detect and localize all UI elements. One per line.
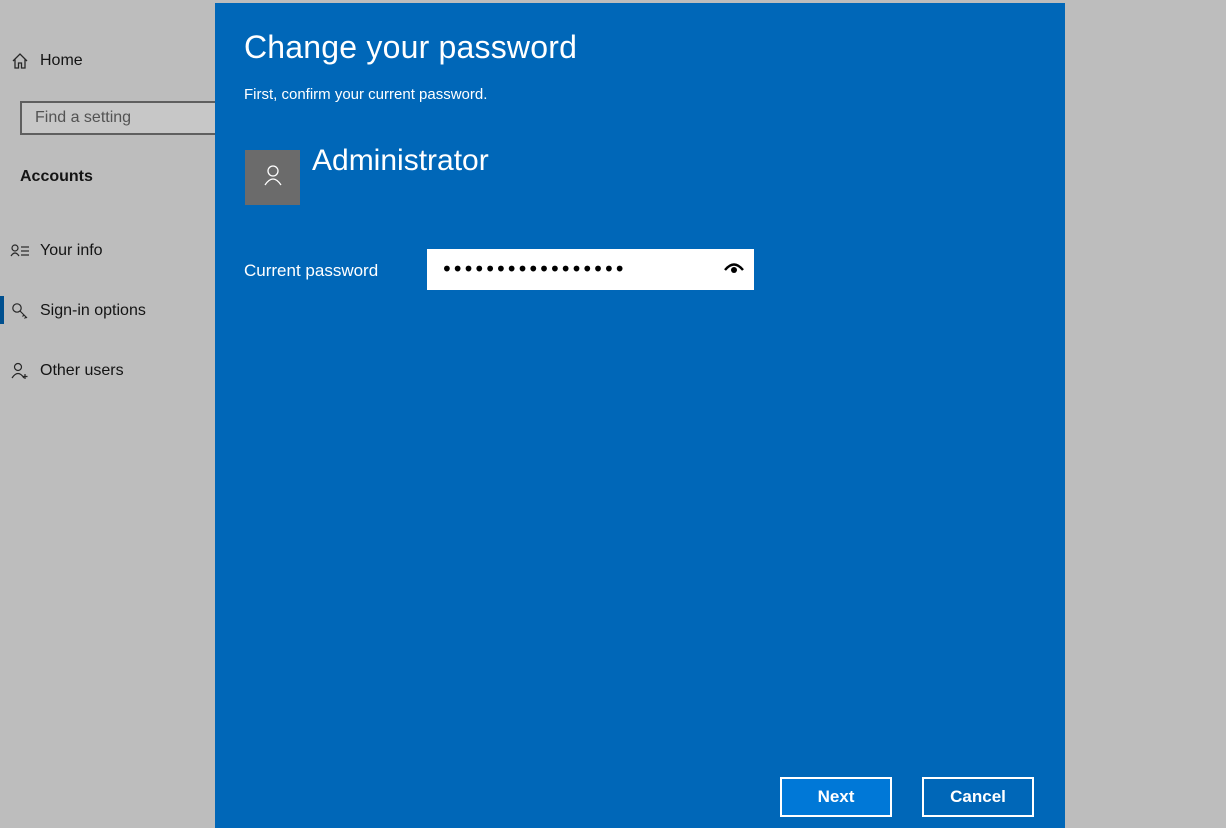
change-password-dialog: Change your password First, confirm your… [215,3,1065,828]
password-masked-value: ••••••••••••••••• [441,257,626,281]
current-password-label: Current password [244,261,379,280]
settings-window: Home Find a setting Accounts Your info S… [0,0,1226,828]
user-icon [263,164,283,191]
avatar [245,150,300,205]
current-password-input[interactable]: ••••••••••••••••• [427,249,754,290]
cancel-button[interactable]: Cancel [922,777,1034,817]
dialog-title: Change your password [244,29,578,65]
account-name: Administrator [312,144,489,177]
next-button[interactable]: Next [780,777,892,817]
eye-icon [724,261,744,280]
dialog-subtitle: First, confirm your current password. [244,86,488,103]
reveal-password-button[interactable] [722,259,746,281]
